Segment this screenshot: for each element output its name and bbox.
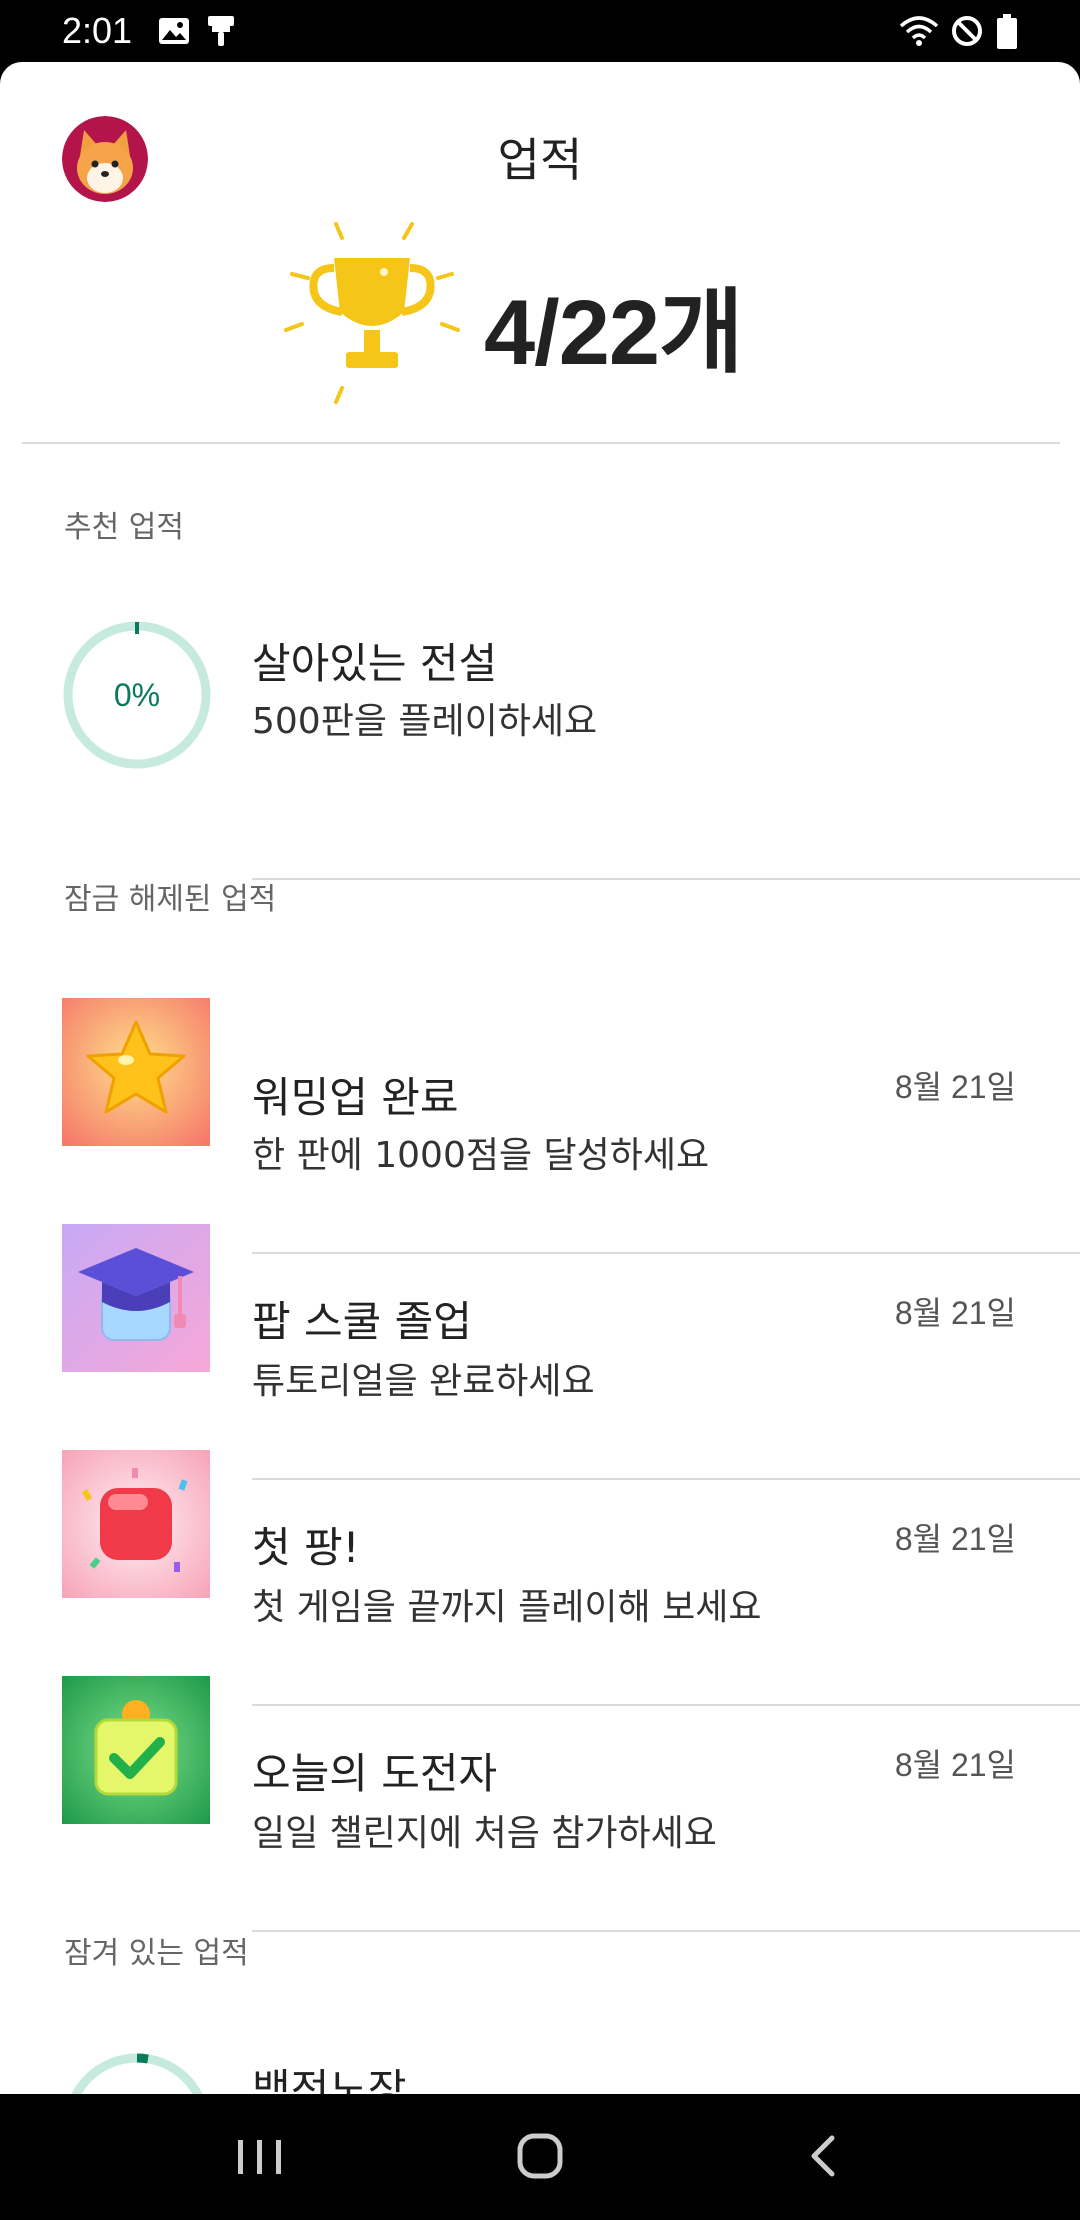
achievement-title: 팝 스쿨 졸업 <box>252 1297 472 1346</box>
achievement-title: 오늘의 도전자 <box>252 1749 498 1798</box>
section-label-unlocked: 잠금 해제된 업적 <box>64 882 277 917</box>
achievement-desc: 첫 게임을 끝까지 플레이해 보세요 <box>252 1587 762 1628</box>
section-label-recommended: 추천 업적 <box>64 510 184 545</box>
header-divider <box>22 442 1060 444</box>
status-bar: 2:01 <box>0 0 1080 64</box>
back-icon <box>811 2135 835 2177</box>
calendar-check-icon <box>62 1676 210 1824</box>
achievement-date: 8월 21일 <box>894 1069 1016 1105</box>
recommended-desc: 500판을 플레이하세요 <box>252 701 598 742</box>
battery-icon <box>997 14 1017 49</box>
achievement-desc: 한 판에 1000점을 달성하세요 <box>252 1135 710 1176</box>
trophy-icon <box>272 212 472 412</box>
achievements-sheet: 업적 4/22개 추천 업적 0% 살아있는 전설 500판을 플레이하세요 잠… <box>0 62 1080 2094</box>
home-icon <box>517 2133 563 2179</box>
progress-ring <box>62 2052 212 2094</box>
divider <box>252 1930 1080 1932</box>
recent-apps-button[interactable] <box>180 2094 340 2220</box>
do-not-disturb-icon <box>952 16 982 46</box>
star-icon <box>62 998 210 1146</box>
progress-ring: 0% <box>62 620 212 770</box>
achievement-title: 첫 팡! <box>252 1523 360 1572</box>
divider <box>252 878 1080 880</box>
gallery-icon <box>159 18 189 44</box>
navigation-bar <box>0 2094 1080 2220</box>
paint-roller-icon <box>208 16 234 46</box>
red-block-icon <box>62 1450 210 1598</box>
graduation-cap-icon <box>62 1224 210 1372</box>
divider <box>252 1478 1080 1480</box>
progress-percent: 0% <box>113 677 161 713</box>
achievement-date: 8월 21일 <box>894 1747 1016 1783</box>
achievement-count: 4/22개 <box>484 282 744 384</box>
achievement-title: 워밍업 완료 <box>252 1073 459 1122</box>
page-title: 업적 <box>497 133 583 187</box>
wifi-icon <box>899 16 939 46</box>
achievement-desc: 튜토리얼을 완료하세요 <box>252 1361 595 1402</box>
divider <box>252 1252 1080 1254</box>
status-time: 2:01 <box>62 10 133 51</box>
locked-achievement-title: 백전노장 <box>252 2065 407 2094</box>
home-button[interactable] <box>460 2094 620 2220</box>
recent-apps-icon <box>238 2140 281 2174</box>
section-label-locked: 잠겨 있는 업적 <box>64 1936 249 1971</box>
achievement-date: 8월 21일 <box>894 1521 1016 1557</box>
achievement-date: 8월 21일 <box>894 1295 1016 1331</box>
divider <box>252 1704 1080 1706</box>
achievement-desc: 일일 챌린지에 처음 참가하세요 <box>252 1813 717 1854</box>
recommended-title: 살아있는 전설 <box>252 639 498 688</box>
back-button[interactable] <box>740 2094 900 2220</box>
